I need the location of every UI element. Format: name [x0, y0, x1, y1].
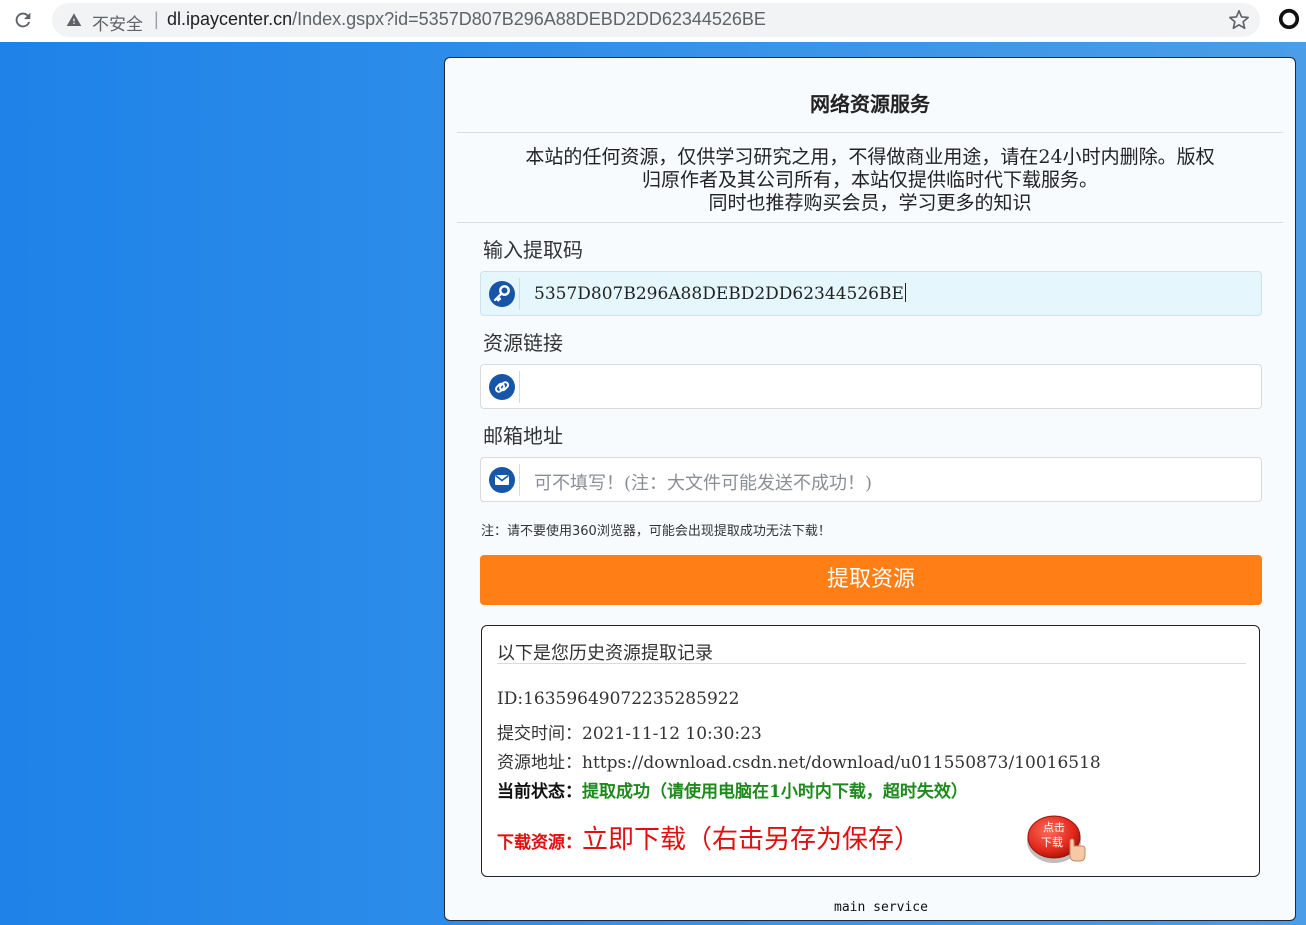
text-cursor [904, 283, 906, 302]
url-host: dl.ipaycenter.cn [167, 9, 293, 29]
click-download-button[interactable]: 点击 下载 [1026, 811, 1088, 867]
email-label: 邮箱地址 [483, 424, 563, 448]
code-value: 5357D807B296A88DEBD2DD62344526BE [534, 283, 906, 304]
divider [457, 132, 1283, 133]
footer-text: main service [834, 900, 928, 915]
code-text: 5357D807B296A88DEBD2DD62344526BE [534, 284, 904, 304]
profile-icon[interactable] [1278, 8, 1300, 30]
link-input[interactable] [480, 364, 1262, 409]
page-title: 网络资源服务 [810, 92, 930, 116]
reload-icon[interactable] [12, 9, 34, 31]
download-button-text: 下载 [1041, 836, 1063, 849]
download-link[interactable]: 立即下载（右击另存为保存） [582, 825, 920, 855]
notice-line: 同时也推荐购买会员，学习更多的知识 [708, 192, 1032, 214]
divider [457, 222, 1283, 223]
key-icon [489, 281, 515, 307]
code-label: 输入提取码 [483, 238, 583, 262]
status-value: 提取成功（请使用电脑在1小时内下载，超时失效） [582, 782, 968, 802]
code-input[interactable]: 5357D807B296A88DEBD2DD62344526BE [480, 271, 1262, 316]
browser-warning-note: 注：请不要使用360浏览器，可能会出现提取成功无法下载！ [481, 524, 831, 539]
url-separator: | [154, 9, 159, 29]
history-panel: 以下是您历史资源提取记录 ID:16359649072235285922 提交时… [481, 625, 1260, 877]
link-label: 资源链接 [483, 331, 563, 355]
link-icon [489, 374, 515, 400]
notice-line: 本站的任何资源，仅供学习研究之用，不得做商业用途，请在24小时内删除。版权 [525, 146, 1215, 168]
address-bar[interactable]: 不安全 | dl.ipaycenter.cn/Index.gspx?id=535… [52, 3, 1260, 37]
url-text[interactable]: dl.ipaycenter.cn/Index.gspx?id=5357D807B… [167, 9, 766, 30]
security-status-label[interactable]: 不安全 [92, 10, 143, 35]
envelope-icon [489, 467, 515, 493]
input-divider [519, 278, 520, 310]
email-input[interactable]: 可不填写！(注：大文件可能发送不成功！) [480, 457, 1262, 502]
download-button-text: 点击 [1043, 821, 1065, 834]
warning-icon[interactable] [66, 12, 82, 28]
download-key: 下载资源： [497, 833, 582, 853]
email-placeholder: 可不填写！(注：大文件可能发送不成功！) [534, 473, 873, 494]
input-divider [519, 464, 520, 496]
input-divider [519, 371, 520, 403]
status-key: 当前状态： [497, 782, 582, 802]
extract-resource-button[interactable]: 提取资源 [480, 555, 1262, 605]
browser-toolbar: 不安全 | dl.ipaycenter.cn/Index.gspx?id=535… [0, 0, 1306, 42]
disclaimer-notice: 本站的任何资源，仅供学习研究之用，不得做商业用途，请在24小时内删除。版权 归原… [457, 146, 1283, 215]
history-divider [497, 663, 1246, 664]
history-resource-url: 资源地址：https://download.csdn.net/download/… [497, 753, 1101, 773]
url-path: /Index.gspx?id=5357D807B296A88DEBD2DD623… [292, 9, 766, 29]
notice-line: 归原作者及其公司所有，本站仅提供临时代下载服务。 [641, 169, 1098, 191]
resource-service-panel: 网络资源服务 本站的任何资源，仅供学习研究之用，不得做商业用途，请在24小时内删… [444, 57, 1296, 921]
history-status: 当前状态：提取成功（请使用电脑在1小时内下载，超时失效） [497, 777, 968, 802]
bookmark-star-icon[interactable] [1228, 9, 1250, 31]
download-row: 下载资源：立即下载（右击另存为保存） [497, 819, 920, 856]
history-id: ID:16359649072235285922 [497, 689, 740, 709]
history-submit-time: 提交时间：2021-11-12 10:30:23 [497, 724, 762, 744]
history-title: 以下是您历史资源提取记录 [497, 643, 713, 664]
